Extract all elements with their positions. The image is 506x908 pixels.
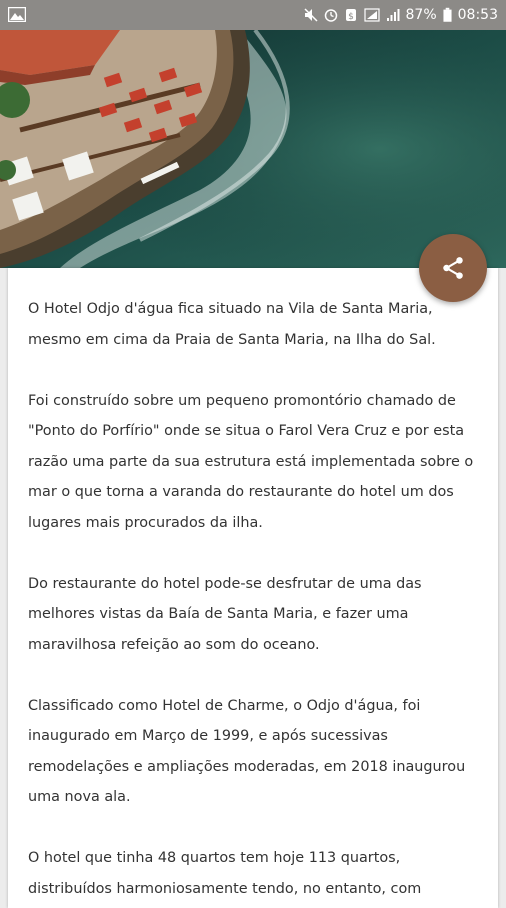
article-paragraph: Foi construído sobre um pequeno promontó… bbox=[28, 392, 474, 531]
wifi-icon bbox=[363, 8, 380, 22]
share-icon bbox=[443, 257, 463, 279]
hero-image bbox=[0, 30, 506, 268]
signal-icon bbox=[386, 9, 400, 21]
article-paragraph: O Hotel Odjo d'água fica situado na Vila… bbox=[28, 301, 436, 348]
status-bar: $ 87% 08:53 bbox=[0, 0, 506, 30]
share-button[interactable] bbox=[419, 234, 487, 302]
article-paragraph: Do restaurante do hotel pode-se desfruta… bbox=[28, 575, 422, 653]
battery-icon bbox=[443, 7, 452, 22]
article-body: O Hotel Odjo d'água fica situado na Vila… bbox=[8, 268, 498, 904]
hero-photo bbox=[0, 30, 506, 268]
data-saver-icon: $ bbox=[345, 9, 356, 22]
alarm-icon bbox=[324, 9, 337, 22]
article-card: O Hotel Odjo d'água fica situado na Vila… bbox=[8, 268, 498, 908]
svg-text:$: $ bbox=[348, 12, 354, 22]
mute-icon bbox=[303, 8, 318, 22]
article-paragraph: O hotel que tinha 48 quartos tem hoje 11… bbox=[28, 850, 422, 897]
image-icon bbox=[8, 7, 26, 22]
battery-percent: 87% bbox=[405, 7, 437, 23]
article-paragraph: Classificado como Hotel de Charme, o Odj… bbox=[28, 697, 466, 806]
clock: 08:53 bbox=[457, 7, 498, 23]
